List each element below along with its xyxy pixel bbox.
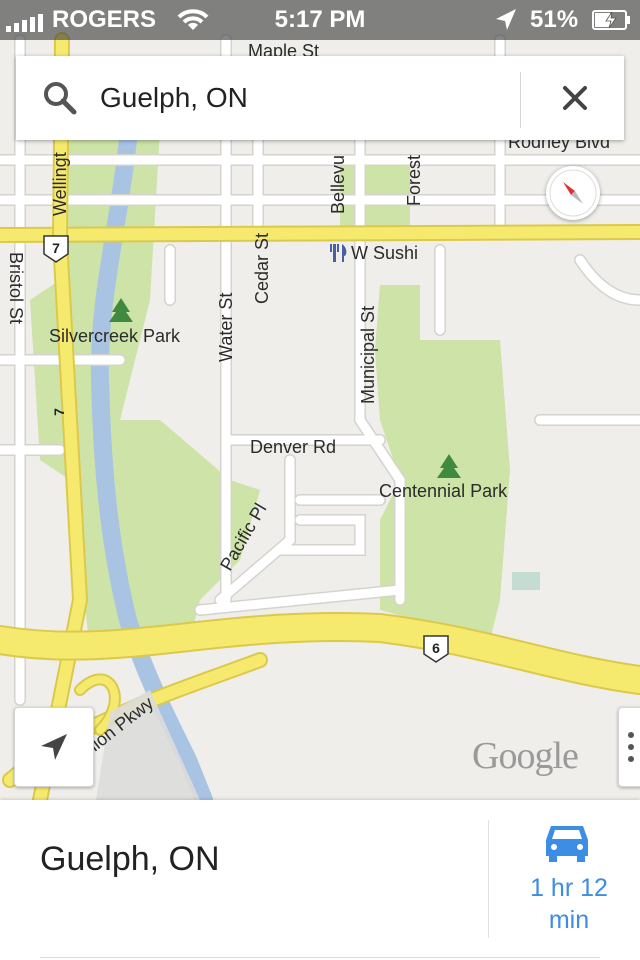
location-services-icon [494,0,518,40]
more-vertical-icon[interactable] [628,732,634,738]
compass-button[interactable] [546,166,600,220]
eta-line-1: 1 hr 12 [530,874,608,902]
directions-button[interactable]: 1 hr 12 min [490,800,640,950]
battery-charging-icon [592,0,632,40]
battery-percent: 51% [530,6,579,33]
highway-7 [0,226,640,241]
more-options-button[interactable] [618,707,640,787]
status-bar: ROGERS 5:17 PM 51% [0,0,640,40]
street-label-denver: Denver Rd [250,437,336,457]
place-label-w-sushi: W Sushi [351,243,418,263]
street-label-bellevue: Bellevu [328,155,348,214]
svg-text:6: 6 [432,640,440,656]
search-input[interactable]: Guelph, ON [100,56,248,140]
card-bottom-divider [40,957,600,958]
street-label-forest: Forest [404,155,424,206]
street-label-cedar: Cedar St [252,233,272,304]
place-label-centennial-park: Centennial Park [379,481,508,501]
street-label-municipal: Municipal St [358,306,378,404]
place-label-silvercreek-park: Silvercreek Park [49,326,181,346]
place-title[interactable]: Guelph, ON [40,840,220,879]
search-divider [520,72,521,128]
place-card[interactable]: Guelph, ON 1 hr 12 min [0,800,640,960]
google-watermark: Google [472,735,579,777]
location-arrow-icon[interactable] [37,730,71,764]
map-pool [512,572,540,590]
search-bar[interactable]: Guelph, ON [16,56,624,140]
search-icon[interactable] [42,80,78,116]
eta-line-2: min [548,906,590,934]
street-label-wellington: Wellingt [50,152,70,216]
car-icon[interactable] [543,822,591,864]
hwy7-label-side: 7 [51,408,67,416]
clear-search-button[interactable] [526,56,624,140]
close-icon[interactable] [562,85,588,111]
card-divider [488,820,489,938]
eta-text[interactable]: 1 hr 12 min [490,872,640,936]
svg-text:7: 7 [52,240,60,256]
street-label-bristol: Bristol St [6,252,26,324]
street-label-water: Water St [216,293,236,362]
my-location-button[interactable] [14,707,94,787]
compass-icon[interactable] [546,166,600,220]
